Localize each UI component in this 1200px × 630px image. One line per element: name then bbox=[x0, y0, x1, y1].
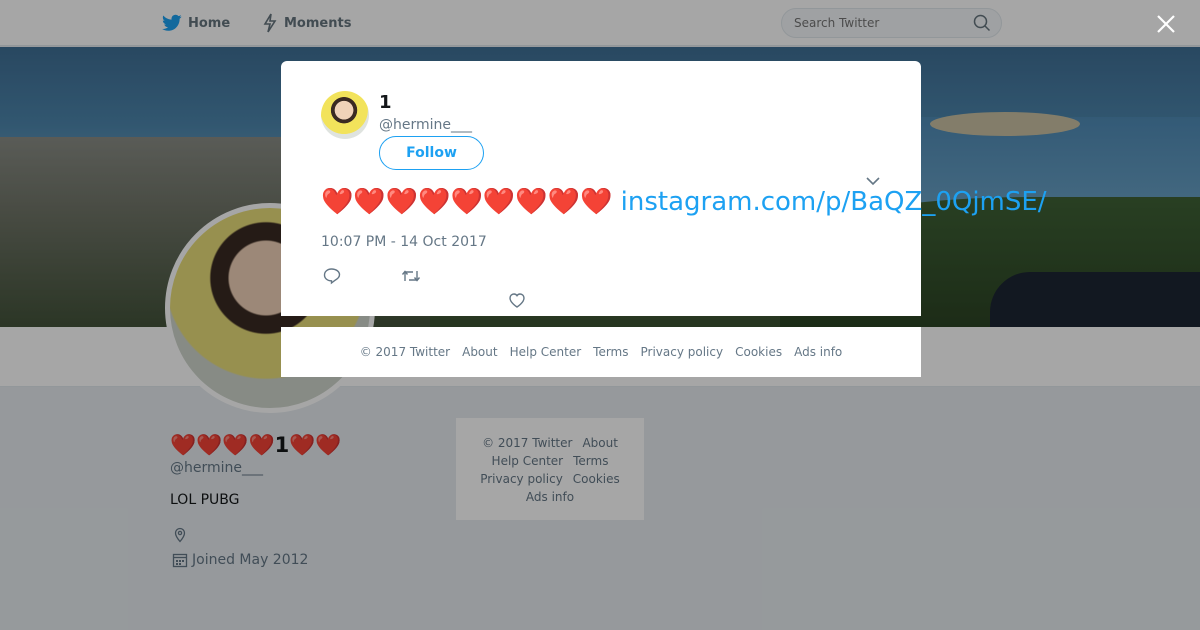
tweet-link[interactable]: instagram.com/p/BaQZ_0QjmSE/ bbox=[621, 187, 1047, 217]
modal-footer-privacy[interactable]: Privacy policy bbox=[641, 345, 724, 359]
tweet-text: ❤️❤️❤️❤️❤️❤️❤️❤️❤️ instagram.com/p/BaQZ_… bbox=[321, 187, 1047, 217]
modal-footer-help-center[interactable]: Help Center bbox=[510, 345, 582, 359]
tweet-modal: 1 @hermine___ Follow ❤️❤️❤️❤️❤️❤️❤️❤️❤️ … bbox=[281, 61, 1047, 316]
like-heart-icon[interactable] bbox=[507, 291, 527, 309]
reply-icon[interactable] bbox=[322, 267, 342, 285]
chevron-down-icon[interactable] bbox=[865, 173, 881, 187]
tweet-text-body: ❤️❤️❤️❤️❤️❤️❤️❤️❤️ bbox=[321, 187, 613, 217]
tweet-author-handle[interactable]: @hermine___ bbox=[379, 117, 472, 133]
follow-button[interactable]: Follow bbox=[379, 136, 484, 170]
modal-footer: © 2017 Twitter About Help Center Terms P… bbox=[281, 327, 921, 377]
modal-footer-about[interactable]: About bbox=[462, 345, 497, 359]
modal-footer-cookies[interactable]: Cookies bbox=[735, 345, 782, 359]
close-icon[interactable] bbox=[1155, 13, 1177, 35]
modal-footer-terms[interactable]: Terms bbox=[593, 345, 628, 359]
tweet-timestamp[interactable]: 10:07 PM - 14 Oct 2017 bbox=[321, 234, 487, 250]
tweet-author-avatar[interactable] bbox=[321, 91, 369, 139]
tweet-author-name[interactable]: 1 bbox=[379, 92, 392, 113]
retweet-icon[interactable] bbox=[401, 267, 421, 285]
modal-footer-copyright: © 2017 Twitter bbox=[359, 345, 451, 359]
modal-footer-ads-info[interactable]: Ads info bbox=[794, 345, 842, 359]
